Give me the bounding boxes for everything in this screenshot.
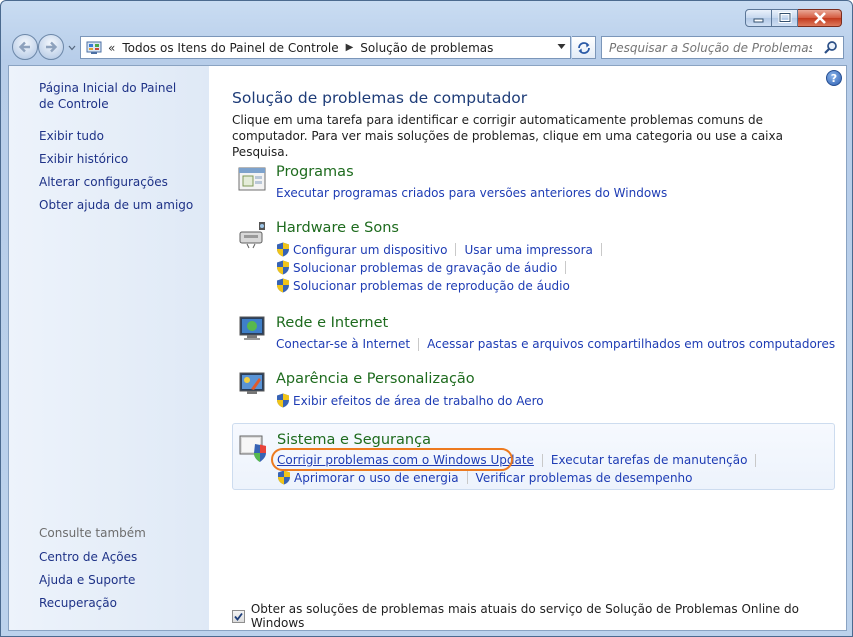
sidebar-link-change-settings[interactable]: Alterar configurações: [39, 174, 168, 190]
forward-button[interactable]: [38, 34, 64, 60]
task-row: Solucionar problemas de reprodução de áu…: [276, 278, 570, 293]
help-icon[interactable]: ?: [826, 70, 842, 86]
chevron-down-icon: [68, 45, 76, 51]
breadcrumb-separator-icon[interactable]: ▶: [346, 42, 354, 53]
category-appearance: Aparência e Personalização Exibir efeito…: [232, 367, 835, 411]
online-troubleshooting-option[interactable]: Obter as soluções de problemas mais atua…: [232, 602, 846, 630]
category-programs: Programas Executar programas criados par…: [232, 160, 835, 202]
link-separator: [541, 453, 543, 467]
address-dropdown-icon[interactable]: [557, 43, 566, 51]
breadcrumb-overflow[interactable]: «: [108, 41, 115, 55]
sidebar-link-get-help-from-friend[interactable]: Obter ajuda de um amigo: [39, 197, 193, 213]
breadcrumb-control-panel[interactable]: Todos os Itens do Painel de Controle: [122, 41, 338, 55]
sidebar: Página Inicial do Painel de Controle Exi…: [9, 66, 209, 630]
uac-shield-icon: [277, 242, 289, 257]
link-separator: [600, 243, 602, 256]
breadcrumb: « Todos os Itens do Painel de Controle ▶…: [102, 41, 493, 55]
main-panel: ? Solução de problemas de computador Cli…: [209, 66, 846, 630]
programs-icon: [238, 167, 266, 191]
task-link[interactable]: Solucionar problemas de gravação de áudi…: [293, 261, 557, 275]
link-separator: [565, 261, 567, 274]
address-bar[interactable]: « Todos os Itens do Painel de Controle ▶…: [80, 36, 571, 59]
refresh-icon: [577, 41, 590, 54]
uac-shield-icon: [278, 470, 290, 485]
sidebar-link-view-history[interactable]: Exibir histórico: [39, 151, 128, 167]
sidebar-link-view-all[interactable]: Exibir tudo: [39, 128, 104, 144]
content-area: Página Inicial do Painel de Controle Exi…: [8, 65, 847, 631]
caption-buttons: [745, 9, 842, 27]
task-row: Aprimorar o uso de energia Verificar pro…: [277, 470, 693, 485]
link-separator: [466, 471, 468, 484]
uac-shield-icon: [277, 260, 289, 275]
task-row: Executar programas criados para versões …: [276, 186, 667, 200]
arrow-left-icon: [18, 41, 30, 53]
minimize-icon: [753, 18, 763, 23]
close-icon: [813, 12, 826, 24]
category-hardware-sound: Hardware e Sons Configurar um dispositiv…: [232, 216, 835, 296]
maximize-icon: [778, 12, 791, 23]
back-button[interactable]: [12, 34, 38, 60]
online-troubleshooting-checkbox[interactable]: [232, 609, 245, 623]
task-link[interactable]: Aprimorar o uso de energia: [294, 471, 459, 485]
search-box: [601, 36, 844, 59]
hardware-sound-icon: [239, 222, 265, 249]
highlight-ring: [271, 448, 513, 471]
system-security-icon: [239, 435, 266, 462]
task-link[interactable]: Configurar um dispositivo: [293, 243, 447, 257]
link-separator: [755, 453, 757, 467]
uac-shield-icon: [277, 393, 289, 408]
category-title[interactable]: Sistema e Segurança: [277, 432, 431, 448]
see-also-heading: Consulte também: [39, 526, 146, 540]
task-link[interactable]: Exibir efeitos de área de trabalho do Ae…: [293, 394, 544, 408]
category-title[interactable]: Hardware e Sons: [276, 220, 399, 236]
page-title: Solução de problemas de computador: [232, 89, 528, 107]
checkmark-icon: [234, 612, 243, 621]
appearance-icon: [239, 372, 265, 394]
task-link[interactable]: Usar uma impressora: [464, 243, 592, 257]
task-row: Exibir efeitos de área de trabalho do Ae…: [276, 393, 544, 408]
navigation-bar: « Todos os Itens do Painel de Controle ▶…: [1, 34, 852, 60]
task-link[interactable]: Solucionar problemas de reprodução de áu…: [293, 279, 570, 293]
category-network-internet: Rede e Internet Conectar-se à Internet A…: [232, 311, 835, 353]
window: « Todos os Itens do Painel de Controle ▶…: [0, 0, 853, 637]
maximize-button[interactable]: [772, 9, 798, 27]
recent-pages-dropdown[interactable]: [67, 44, 77, 52]
link-separator: [455, 243, 457, 256]
task-link[interactable]: Executar tarefas de manutenção: [551, 453, 748, 467]
arrow-right-icon: [46, 41, 58, 53]
online-troubleshooting-label: Obter as soluções de problemas mais atua…: [250, 602, 799, 630]
breadcrumb-troubleshooting[interactable]: Solução de problemas: [360, 41, 493, 55]
task-link[interactable]: Executar programas criados para versões …: [276, 186, 667, 200]
task-row: Conectar-se à Internet Acessar pastas e …: [276, 337, 835, 351]
task-link[interactable]: Acessar pastas e arquivos compartilhados…: [427, 337, 835, 351]
category-title[interactable]: Programas: [276, 164, 354, 180]
category-system-security: Sistema e Segurança Corrigir problemas c…: [232, 423, 835, 490]
uac-shield-icon: [277, 278, 289, 293]
category-title[interactable]: Aparência e Personalização: [276, 371, 475, 387]
link-separator: [418, 337, 420, 351]
sidebar-link-recovery[interactable]: Recuperação: [39, 595, 117, 611]
refresh-button[interactable]: [572, 36, 596, 59]
close-button[interactable]: [798, 9, 842, 27]
sidebar-link-control-panel-home[interactable]: Página Inicial do Painel de Controle: [39, 80, 189, 112]
control-panel-icon: [86, 41, 102, 54]
network-icon: [239, 316, 265, 340]
task-row: Solucionar problemas de gravação de áudi…: [276, 260, 574, 275]
task-link[interactable]: Conectar-se à Internet: [276, 337, 410, 351]
task-link[interactable]: Verificar problemas de desempenho: [476, 471, 693, 485]
sidebar-link-help-and-support[interactable]: Ajuda e Suporte: [39, 572, 135, 588]
minimize-button[interactable]: [745, 9, 772, 27]
intro-text: Clique em uma tarefa para identificar e …: [232, 113, 783, 159]
sidebar-link-action-center[interactable]: Centro de Ações: [39, 549, 137, 565]
search-icon[interactable]: [823, 40, 838, 55]
task-row: Configurar um dispositivo Usar uma impre…: [276, 242, 610, 257]
category-title[interactable]: Rede e Internet: [276, 315, 388, 331]
search-input[interactable]: [602, 40, 812, 55]
